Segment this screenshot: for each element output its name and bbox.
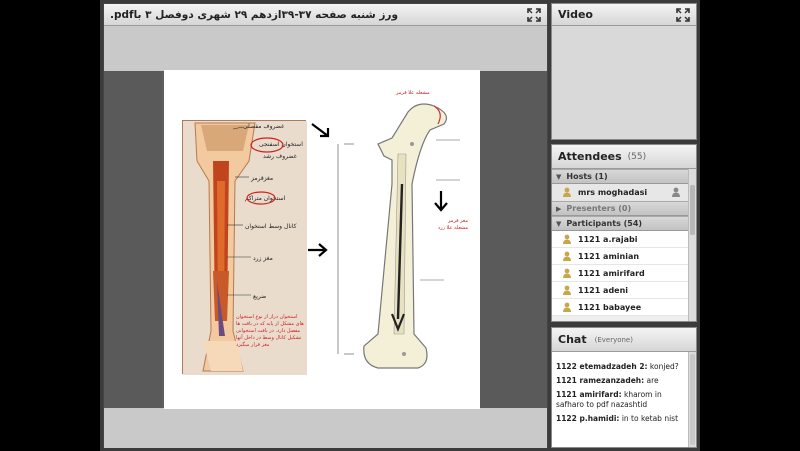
user-icon xyxy=(563,302,571,312)
chevron-right-icon: ▶ xyxy=(556,204,562,213)
chat-scope-label: (Everyone) xyxy=(594,335,633,344)
chat-message: 1121 ramezanzadeh: are xyxy=(556,376,659,385)
fullscreen-icon[interactable] xyxy=(527,8,541,22)
list-item[interactable]: 1121 babayee xyxy=(552,299,688,316)
attendees-count: (55) xyxy=(627,151,647,162)
chat-message: 1121 amirifard: kharom in safharo to pdf… xyxy=(556,390,662,409)
participants-section[interactable]: ▼ Participants (54) xyxy=(552,216,688,231)
attendees-pod: Attendees (55) ▼ Hosts (1) mrs moghadasi… xyxy=(551,144,697,322)
hosts-section[interactable]: ▼ Hosts (1) xyxy=(552,169,696,184)
femur-diagram xyxy=(337,103,460,369)
video-pod-titlebar: Video xyxy=(552,4,696,26)
fullscreen-icon[interactable] xyxy=(676,8,690,22)
list-item[interactable]: 1121 adeni xyxy=(552,282,688,299)
host-user-icon xyxy=(563,187,571,197)
user-icon xyxy=(563,251,571,261)
user-icon xyxy=(563,285,571,295)
chat-pod: Chat (Everyone) 1122 etemadzadeh 2: konj… xyxy=(551,327,697,448)
chevron-down-icon: ▼ xyxy=(556,219,562,228)
video-pod-title: Video xyxy=(558,8,593,21)
attendees-scrollbar[interactable] xyxy=(688,169,696,321)
arrow-annotation-icon xyxy=(311,123,330,138)
list-item[interactable]: 1121 a.rajabi xyxy=(552,231,688,248)
arrow-annotation-icon xyxy=(308,243,328,257)
video-area xyxy=(552,26,696,139)
document-page[interactable]: غضروف مفصلی استخوان اسفنجی غضروف رشد مغز… xyxy=(164,70,480,409)
attendees-pod-titlebar: Attendees (55) xyxy=(552,145,696,169)
chat-messages: 1122 etemadzadeh 2: konjed? 1121 ramezan… xyxy=(552,352,687,447)
share-document-title: .pdfورز شنبه صفحه ۳۷-۳۹ازدهم ۲۹ شهری دوف… xyxy=(110,8,398,21)
share-left-margin xyxy=(104,71,162,408)
list-item[interactable]: 1121 amirifard xyxy=(552,265,688,282)
share-pod: .pdfورز شنبه صفحه ۳۷-۳۹ازدهم ۲۹ شهری دوف… xyxy=(103,3,548,448)
video-pod: Video xyxy=(551,3,697,140)
red-annotation-note: استخوان دراز از نوع استخوان های مشکل از … xyxy=(236,314,304,348)
host-role-icon xyxy=(672,187,680,197)
chevron-down-icon: ▼ xyxy=(556,172,562,181)
share-bottom-margin xyxy=(104,408,547,448)
list-item[interactable]: mrs moghadasi xyxy=(552,184,688,201)
attendees-pod-title: Attendees xyxy=(558,150,622,163)
presenters-section[interactable]: ▶ Presenters (0) xyxy=(552,201,688,216)
chat-pod-titlebar: Chat (Everyone) xyxy=(552,328,696,352)
chat-message: 1122 p.hamidi: in to ketab nist xyxy=(556,413,679,423)
user-icon xyxy=(563,234,571,244)
list-item[interactable]: 1121 aminian xyxy=(552,248,688,265)
chat-message: 1122 etemadzadeh 2: konjed? xyxy=(556,362,679,371)
share-pod-titlebar: .pdfورز شنبه صفحه ۳۷-۳۹ازدهم ۲۹ شهری دوف… xyxy=(104,4,547,26)
scrollbar-thumb[interactable] xyxy=(690,185,695,235)
chat-scrollbar[interactable] xyxy=(688,352,696,447)
scrollbar-thumb[interactable] xyxy=(690,354,695,445)
femur-side-red-label: مغز قرمز مشعله علا زرد xyxy=(437,218,468,231)
share-top-margin xyxy=(104,26,547,71)
chat-pod-title: Chat xyxy=(558,333,587,346)
user-icon xyxy=(563,268,571,278)
femur-top-red-label: مشعله علا قرمز xyxy=(396,90,430,96)
share-right-margin xyxy=(477,71,547,408)
